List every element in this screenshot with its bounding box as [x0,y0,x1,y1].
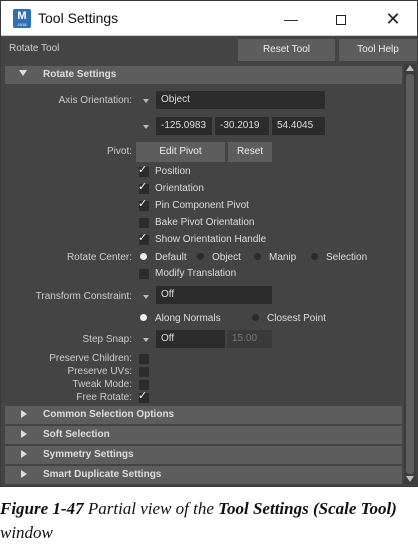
pivot-label: Pivot: [106,146,132,157]
position-checkbox[interactable]: ✓ [138,163,149,177]
figure-caption: Figure 1-47 Partial view of the Tool Set… [0,497,418,545]
pin-component-pivot-checkbox[interactable]: ✓ [138,197,149,211]
tool-help-button[interactable]: Tool Help [339,39,417,61]
tool-settings-window: M 2018 Tool Settings — ✕ Rotate Tool Res… [0,0,418,487]
preserve-uvs-label: Preserve UVs: [67,366,132,377]
rotate-center-manip-radio[interactable] [254,253,261,260]
minimize-button[interactable]: — [271,7,311,31]
check-icon: ✓ [138,180,148,193]
section-title: Common Selection Options [43,409,175,420]
caption-text: Partial view of the [87,499,214,518]
check-icon: ✓ [138,163,148,176]
window-title: Tool Settings [38,10,119,26]
radio-label-selection: Selection [326,252,368,263]
maximize-icon [336,15,346,26]
section-title: Rotate Settings [43,69,117,80]
vertical-scrollbar[interactable] [404,64,416,484]
dropdown-arrow-icon[interactable] [143,99,149,103]
scroll-down-arrow-icon[interactable] [406,476,414,482]
step-snap-label: Step Snap: [82,334,132,345]
section-title: Symmetry Settings [43,449,134,460]
section-title: Soft Selection [43,429,110,440]
caption-window-name: Tool Settings (Scale Tool) [218,499,397,518]
axis-orientation-label: Axis Orientation: [58,95,132,106]
section-rotate-settings[interactable]: Rotate Settings [5,66,402,84]
rotate-center-default-radio[interactable] [140,253,147,260]
close-button[interactable]: ✕ [373,7,413,31]
rotate-center-selection-radio[interactable] [311,253,318,260]
section-common-selection-options[interactable]: Common Selection Options [5,406,402,424]
expand-triangle-icon [21,410,27,418]
axis-value-x[interactable]: -125.0983 [156,117,212,135]
transform-constraint-label: Transform Constraint: [35,291,132,302]
along-normals-radio[interactable] [140,314,147,321]
section-title: Smart Duplicate Settings [43,469,162,480]
transform-constraint-dropdown[interactable]: Off [156,286,272,304]
expand-triangle-icon [21,470,27,478]
rotate-center-label: Rotate Center: [66,252,132,263]
section-smart-duplicate-settings[interactable]: Smart Duplicate Settings [5,466,402,484]
maya-app-icon: M 2018 [13,9,31,28]
tweak-mode-label: Tweak Mode: [72,379,132,390]
bake-pivot-orientation-label: Bake Pivot Orientation [155,217,255,228]
position-label: Position [155,166,191,177]
radio-label-default: Default [155,252,187,263]
orientation-checkbox[interactable]: ✓ [138,180,149,194]
maximize-button[interactable] [321,7,361,31]
reset-pivot-button[interactable]: Reset [228,142,272,162]
axis-value-z[interactable]: 54.4045 [272,117,325,135]
settings-panel: Rotate Settings Axis Orientation: Object… [5,64,402,484]
along-normals-label: Along Normals [155,313,221,324]
orientation-label: Orientation [155,183,204,194]
axis-orientation-dropdown[interactable]: Object [156,91,325,109]
check-icon: ✓ [138,231,148,244]
free-rotate-label: Free Rotate: [76,392,132,403]
dropdown-arrow-icon[interactable] [143,338,149,342]
check-icon: ✓ [138,389,148,402]
dropdown-arrow-icon[interactable] [143,125,149,129]
preserve-children-checkbox[interactable] [139,354,149,364]
preserve-children-label: Preserve Children: [49,353,132,364]
collapse-triangle-icon [19,70,27,76]
expand-triangle-icon [21,450,27,458]
tool-name-label: Rotate Tool [9,43,60,54]
show-orientation-handle-label: Show Orientation Handle [155,234,267,245]
section-symmetry-settings[interactable]: Symmetry Settings [5,446,402,464]
modify-translation-label: Modify Translation [155,268,237,279]
show-orientation-handle-checkbox[interactable]: ✓ [138,231,149,245]
edit-pivot-button[interactable]: Edit Pivot [136,142,225,162]
scroll-up-arrow-icon[interactable] [406,65,414,71]
scrollbar-thumb[interactable] [406,74,414,474]
rotate-center-object-radio[interactable] [197,253,204,260]
check-icon: ✓ [138,197,148,210]
radio-label-manip: Manip [269,252,297,263]
figure-number: Figure 1-47 [0,499,84,518]
step-snap-dropdown[interactable]: Off [156,330,225,348]
modify-translation-checkbox[interactable] [139,269,149,279]
expand-triangle-icon [21,430,27,438]
close-icon: ✕ [385,9,401,29]
title-bar[interactable]: M 2018 Tool Settings — ✕ [1,1,417,36]
pin-component-pivot-label: Pin Component Pivot [155,200,249,211]
preserve-uvs-checkbox[interactable] [139,367,149,377]
closest-point-label: Closest Point [267,313,326,324]
bake-pivot-orientation-checkbox[interactable] [139,218,149,228]
free-rotate-checkbox[interactable]: ✓ [138,389,149,403]
closest-point-radio[interactable] [252,314,259,321]
caption-text-end: window [0,523,53,542]
minimize-icon: — [284,11,298,27]
radio-label-object: Object [212,252,241,263]
section-soft-selection[interactable]: Soft Selection [5,426,402,444]
step-snap-amount-field[interactable]: 15.00 [227,330,272,348]
dropdown-arrow-icon[interactable] [143,295,149,299]
tool-header: Rotate Tool Reset Tool Tool Help [1,37,417,63]
reset-tool-button[interactable]: Reset Tool [238,39,335,61]
axis-value-y[interactable]: -30.2019 [215,117,269,135]
